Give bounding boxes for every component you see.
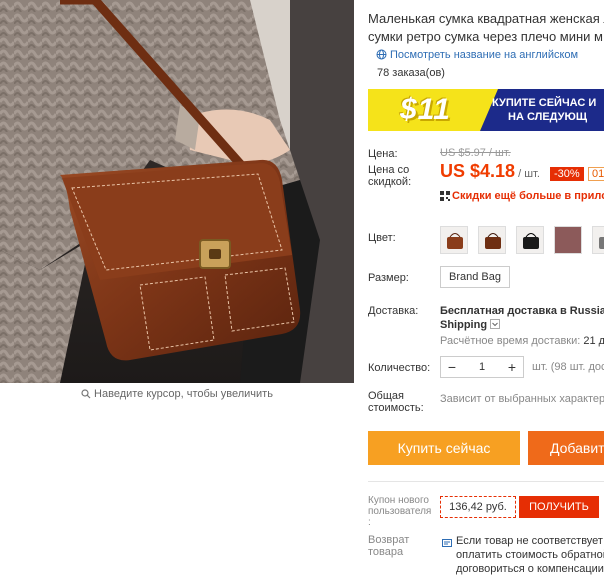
shipping-method-line: Shipping — [440, 319, 488, 331]
total-label-line: стоимость: — [368, 402, 424, 414]
discount-price-label: Цена со скидкой: — [368, 164, 411, 188]
size-option-brand-bag[interactable]: Brand Bag — [440, 266, 510, 288]
quantity-available: шт. (98 шт. доступ — [532, 361, 604, 373]
coupon-label-line: Купон нового — [368, 495, 429, 506]
returns-text-line: оплатить стоимость обратной п — [456, 549, 604, 561]
color-swatch-brown-2[interactable] — [478, 226, 506, 254]
coupon-value: 136,42 руб. — [440, 496, 516, 518]
quantity-label: Количество: — [368, 362, 431, 374]
discount-price-label-line: скидкой: — [368, 176, 412, 188]
price-label: Цена: — [368, 148, 398, 160]
banner-promo-text: КУПИТЕ СЕЙЧАС И НА СЛЕДУЮЩ — [492, 96, 596, 124]
color-swatch-wine[interactable] — [554, 226, 582, 254]
return-policy-icon — [442, 535, 452, 553]
qr-code-icon — [440, 191, 450, 204]
get-coupon-button[interactable]: ПОЛУЧИТЬ — [519, 496, 599, 518]
app-discount-link[interactable]: Скидки ещё больше в приложе — [440, 190, 604, 204]
banner-price: $11 — [400, 93, 451, 126]
current-price-value: US $4.18 — [440, 161, 516, 181]
discount-price-label-line: Цена со — [368, 164, 410, 176]
new-user-coupon-label: Купон нового пользователя : — [368, 495, 431, 528]
size-label: Размер: — [368, 272, 409, 284]
color-label: Цвет: — [368, 232, 396, 244]
product-title: Маленькая сумка квадратная женская л сум… — [368, 10, 604, 46]
delivery-time: Расчётное время доставки: 21 дн — [440, 335, 604, 347]
chevron-down-icon[interactable] — [490, 319, 501, 329]
zoom-hint-text: Наведите курсор, чтобы увеличить — [94, 388, 273, 400]
returns-text-line: Если товар не соответствует оп — [456, 535, 604, 547]
returns-text: Если товар не соответствует оп оплатить … — [456, 534, 604, 576]
delivery-time-label: Расчётное время доставки: — [440, 335, 581, 347]
banner-promo-line: КУПИТЕ СЕЙЧАС И — [492, 97, 597, 109]
price-unit: / шт. — [515, 168, 540, 180]
buy-now-button[interactable]: Купить сейчас — [368, 431, 520, 465]
quantity-increase-button[interactable]: + — [501, 357, 523, 377]
coupon-label-line: : — [368, 517, 371, 528]
delivery-time-value: 21 дн — [583, 335, 604, 347]
current-price: US $4.18 / шт. — [440, 161, 540, 182]
old-price: US $5.97 / шт. — [440, 147, 511, 159]
orders-count: 78 заказа(ов) — [377, 67, 445, 79]
shipping-method-line: Бесплатная доставка в Russian F — [440, 305, 604, 317]
promo-banner[interactable]: $11 КУПИТЕ СЕЙЧАС И НА СЛЕДУЮЩ — [368, 89, 604, 131]
total-value: Зависит от выбранных характери — [440, 393, 604, 405]
coupon-tag[interactable]: 01 — [588, 167, 604, 181]
translate-title-text: Посмотреть название на английском — [390, 49, 579, 61]
shipping-label: Доставка: — [368, 305, 419, 317]
quantity-stepper: − + — [440, 356, 524, 378]
zoom-hint: Наведите курсор, чтобы увеличить — [0, 388, 354, 402]
color-swatch-brown[interactable] — [440, 226, 468, 254]
translate-icon — [376, 49, 387, 63]
returns-label-line: Возврат — [368, 534, 410, 546]
product-main-image[interactable] — [0, 0, 354, 383]
product-info-panel: Маленькая сумка квадратная женская л сум… — [368, 0, 604, 579]
coupon-label-line: пользователя — [368, 506, 432, 517]
divider — [368, 481, 604, 482]
add-to-cart-button[interactable]: Добавить — [528, 431, 604, 465]
translate-title-link[interactable]: Посмотреть название на английском — [376, 49, 578, 63]
returns-text-line: договориться о компенсации с — [456, 563, 604, 575]
quantity-input[interactable] — [463, 357, 501, 377]
total-label: Общая стоимость: — [368, 390, 424, 414]
color-swatch-gray[interactable] — [592, 226, 604, 254]
product-title-line: Маленькая сумка квадратная женская л — [368, 11, 604, 26]
magnifier-icon — [81, 389, 91, 402]
returns-label-line: товара — [368, 546, 404, 558]
shipping-method[interactable]: Бесплатная доставка в Russian F Shipping — [440, 304, 604, 332]
product-title-line: сумки ретро сумка через плечо мини м — [368, 29, 603, 44]
total-label-line: Общая — [368, 390, 404, 402]
returns-label: Возврат товара — [368, 534, 409, 558]
discount-badge: -30% — [550, 167, 584, 181]
quantity-decrease-button[interactable]: − — [441, 357, 463, 377]
banner-promo-line: НА СЛЕДУЮЩ — [508, 111, 588, 123]
color-swatch-black[interactable] — [516, 226, 544, 254]
app-discount-text: Скидки ещё больше в приложе — [452, 190, 604, 202]
